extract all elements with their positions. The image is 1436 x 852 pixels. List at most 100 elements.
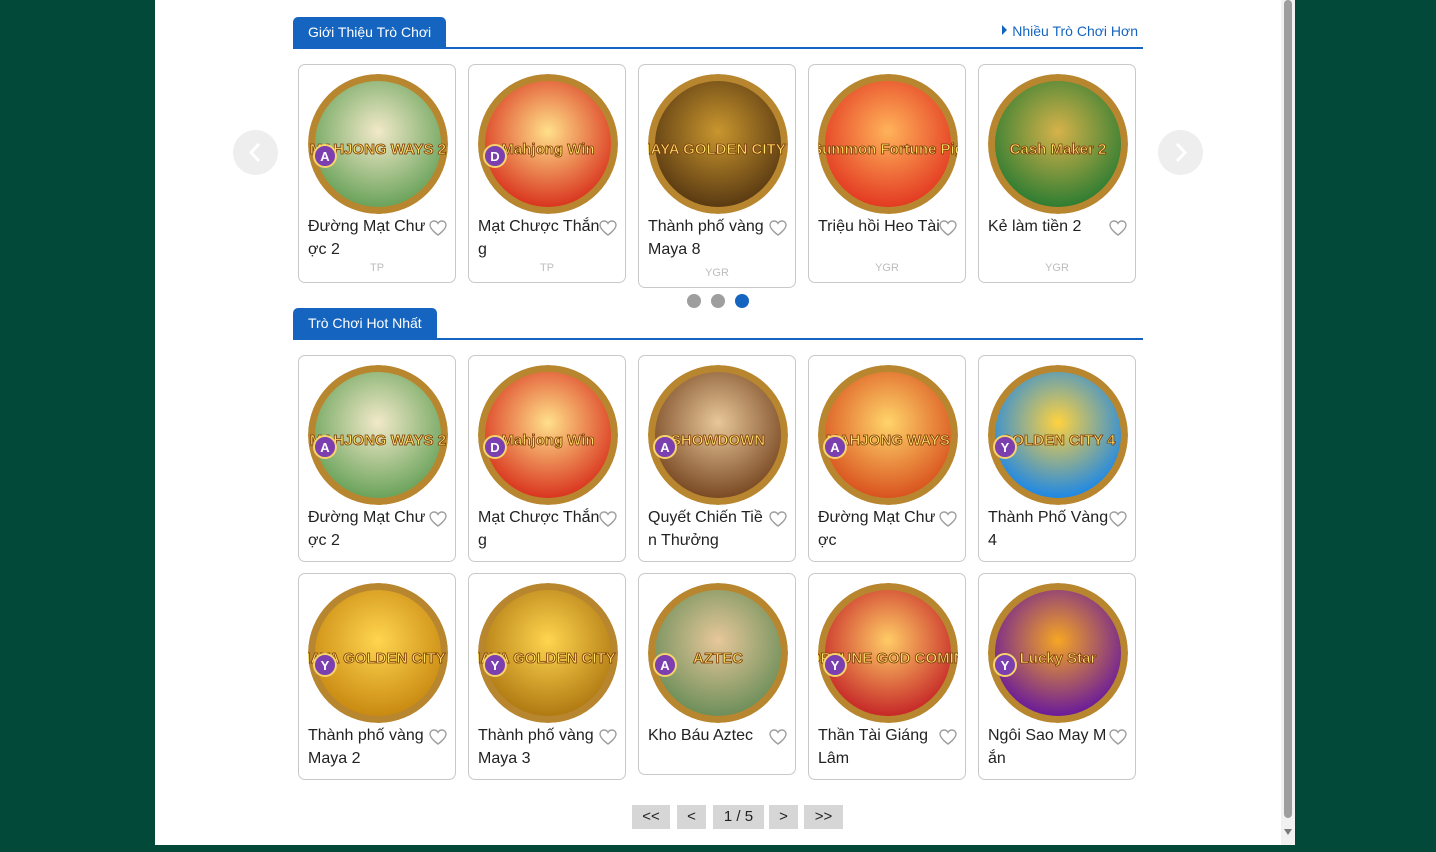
scroll-down-arrow-icon[interactable] <box>1284 829 1292 835</box>
game-card[interactable]: MAHJONG WAYS A Đường Mạt Chược <box>808 355 966 562</box>
game-name[interactable]: Thành phố vàng Maya 3 <box>478 724 600 770</box>
game-thumbnail[interactable]: Mahjong Win D <box>478 74 618 214</box>
game-name[interactable]: Đường Mạt Chược 2 <box>308 215 430 261</box>
game-thumbnail[interactable]: MAHJONG WAYS 2A <box>308 74 448 214</box>
game-name[interactable]: Đường Mạt Chược <box>818 506 940 552</box>
svg-text:Mahjong Win: Mahjong Win <box>501 432 594 449</box>
game-thumbnail[interactable]: AZTEC A <box>648 583 788 723</box>
scrollbar[interactable] <box>1281 0 1295 845</box>
favorite-heart-icon[interactable] <box>769 511 787 527</box>
game-name[interactable]: Mạt Chược Thắng <box>478 215 600 261</box>
carousel-dot[interactable] <box>711 294 725 308</box>
game-card[interactable]: SHOWDOWN A Quyết Chiến Tiền Thưởng <box>638 355 796 562</box>
game-name[interactable]: Kẻ làm tiền 2 <box>988 215 1110 238</box>
favorite-heart-icon[interactable] <box>1109 511 1127 527</box>
game-thumbnail[interactable]: Summon Fortune Pig <box>818 74 958 214</box>
game-thumbnail[interactable]: MAYA GOLDEN CITY 3Y <box>478 583 618 723</box>
game-name[interactable]: Đường Mạt Chược 2 <box>308 506 430 552</box>
next-page-button[interactable]: > <box>769 805 798 829</box>
game-card[interactable]: FORTUNE GOD COMINGYThần Tài Giáng Lâm <box>808 573 966 780</box>
hot-section-title: Trò Chơi Hot Nhất <box>293 308 437 338</box>
game-name[interactable]: Thành phố vàng Maya 8 <box>648 215 770 261</box>
game-thumbnail[interactable]: MAYA GOLDEN CITY 8 <box>648 74 788 214</box>
more-games-link[interactable]: Nhiều Trò Chơi Hơn <box>1002 23 1138 39</box>
game-thumbnail[interactable]: Cash Maker 2 <box>988 74 1128 214</box>
game-name[interactable]: Mạt Chược Thắng <box>478 506 600 552</box>
carousel-dot[interactable] <box>687 294 701 308</box>
game-card[interactable]: AZTEC A Kho Báu Aztec <box>638 573 796 775</box>
caret-right-icon <box>1002 25 1008 35</box>
game-card[interactable]: MAYA GOLDEN CITY 3YThành phố vàng Maya 3 <box>468 573 626 780</box>
more-games-label: Nhiều Trò Chơi Hơn <box>1012 23 1138 39</box>
game-card[interactable]: GOLDEN CITY 4 Y Thành Phố Vàng 4 <box>978 355 1136 562</box>
favorite-heart-icon[interactable] <box>1109 729 1127 745</box>
favorite-heart-icon[interactable] <box>429 729 447 745</box>
game-card[interactable]: MAYA GOLDEN CITY 8 Thành phố vàng Maya 8 Y… <box>638 64 796 288</box>
scrollbar-thumb[interactable] <box>1284 0 1292 818</box>
svg-text:A: A <box>320 149 330 164</box>
game-thumbnail[interactable]: MAHJONG WAYS A <box>818 365 958 505</box>
favorite-heart-icon[interactable] <box>769 729 787 745</box>
svg-text:Lucky Star: Lucky Star <box>1020 650 1097 667</box>
game-name[interactable]: Triệu hồi Heo Tài <box>818 215 940 238</box>
intro-section-title: Giới Thiệu Trò Chơi <box>293 17 447 47</box>
game-thumbnail[interactable]: FORTUNE GOD COMINGY <box>818 583 958 723</box>
game-provider: TP <box>539 262 555 274</box>
svg-text:D: D <box>490 440 499 455</box>
last-page-button[interactable]: >> <box>804 805 843 829</box>
svg-text:Y: Y <box>1001 658 1010 673</box>
game-thumbnail[interactable]: SHOWDOWN A <box>648 365 788 505</box>
game-name[interactable]: Quyết Chiến Tiền Thưởng <box>648 506 770 552</box>
favorite-heart-icon[interactable] <box>599 511 617 527</box>
game-thumbnail[interactable]: Mahjong Win D <box>478 365 618 505</box>
svg-text:A: A <box>660 440 670 455</box>
game-thumbnail[interactable]: GOLDEN CITY 4Y <box>988 365 1128 505</box>
svg-text:Y: Y <box>1001 440 1010 455</box>
svg-text:GOLDEN CITY 4: GOLDEN CITY 4 <box>1001 432 1116 449</box>
svg-text:Y: Y <box>321 658 330 673</box>
svg-text:A: A <box>830 440 840 455</box>
game-card[interactable]: MAYA GOLDEN CITY 2YThành phố vàng Maya 2 <box>298 573 456 780</box>
svg-text:Y: Y <box>491 658 500 673</box>
prev-page-button[interactable]: < <box>677 805 706 829</box>
page-status: 1 / 5 <box>713 805 764 829</box>
favorite-heart-icon[interactable] <box>769 220 787 236</box>
svg-text:AZTEC: AZTEC <box>693 650 743 667</box>
carousel-prev-button[interactable] <box>233 130 278 175</box>
svg-text:A: A <box>320 440 330 455</box>
favorite-heart-icon[interactable] <box>599 220 617 236</box>
game-card[interactable]: Lucky Star Y Ngôi Sao May Mắn <box>978 573 1136 780</box>
game-card[interactable]: Cash Maker 2 Kẻ làm tiền 2 YGR <box>978 64 1136 283</box>
game-thumbnail[interactable]: Lucky Star Y <box>988 583 1128 723</box>
game-name[interactable]: Thành phố vàng Maya 2 <box>308 724 430 770</box>
favorite-heart-icon[interactable] <box>429 220 447 236</box>
carousel-dot[interactable] <box>735 294 749 308</box>
game-provider: YGR <box>1045 262 1069 274</box>
game-card[interactable]: MAHJONG WAYS 2 A Đường Mạt Chược 2 TP <box>298 64 456 283</box>
first-page-button[interactable]: << <box>632 805 670 829</box>
favorite-heart-icon[interactable] <box>939 511 957 527</box>
favorite-heart-icon[interactable] <box>599 729 617 745</box>
favorite-heart-icon[interactable] <box>429 511 447 527</box>
game-name[interactable]: Thần Tài Giáng Lâm <box>818 724 940 770</box>
carousel-next-button[interactable] <box>1158 130 1203 175</box>
game-card[interactable]: Summon Fortune Pig Triệu hồi Heo Tài YGR <box>808 64 966 283</box>
game-card[interactable]: Mahjong Win D Mạt Chược Thắng TP <box>468 64 626 283</box>
game-card[interactable]: MAHJONG WAYS 2 A Đường Mạt Chược 2 <box>298 355 456 562</box>
favorite-heart-icon[interactable] <box>939 729 957 745</box>
game-name[interactable]: Kho Báu Aztec <box>648 724 770 747</box>
game-provider: YGR <box>875 262 899 274</box>
game-thumbnail[interactable]: MAHJONG WAYS 2A <box>308 365 448 505</box>
svg-text:A: A <box>660 658 670 673</box>
game-thumbnail[interactable]: MAYA GOLDEN CITY 2Y <box>308 583 448 723</box>
game-name[interactable]: Ngôi Sao May Mắn <box>988 724 1110 770</box>
favorite-heart-icon[interactable] <box>1109 220 1127 236</box>
game-name[interactable]: Thành Phố Vàng 4 <box>988 506 1110 552</box>
game-provider: YGR <box>705 267 729 279</box>
game-card[interactable]: Mahjong Win D Mạt Chược Thắng <box>468 355 626 562</box>
hot-section-header: Trò Chơi Hot Nhất <box>293 308 1143 340</box>
svg-text:Mahjong Win: Mahjong Win <box>501 141 594 158</box>
svg-text:SHOWDOWN: SHOWDOWN <box>671 432 765 449</box>
svg-text:Cash Maker 2: Cash Maker 2 <box>1010 141 1107 158</box>
favorite-heart-icon[interactable] <box>939 220 957 236</box>
